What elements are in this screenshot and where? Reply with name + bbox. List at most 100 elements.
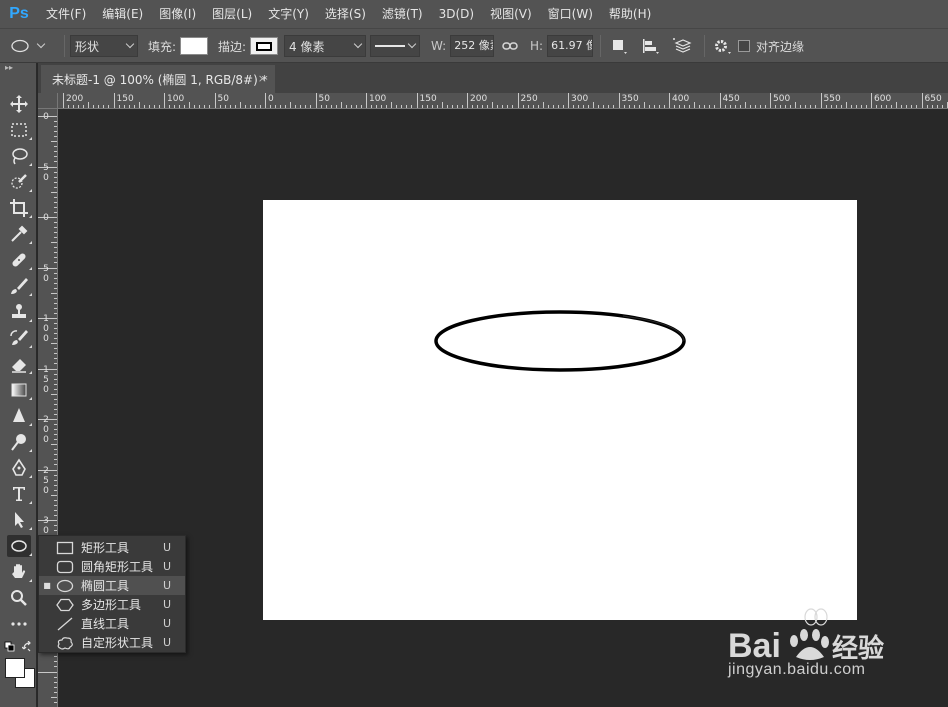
path-operations-button[interactable] bbox=[610, 35, 628, 57]
pen-tool[interactable] bbox=[7, 457, 32, 479]
menu-filter[interactable]: 滤镜(T) bbox=[374, 0, 431, 28]
ruler-tick bbox=[54, 429, 57, 431]
edit-toolbar-button[interactable] bbox=[7, 613, 31, 635]
stroke-swatch[interactable] bbox=[250, 37, 279, 55]
width-input[interactable]: 252 像素 bbox=[450, 35, 495, 57]
marquee-tool[interactable] bbox=[7, 119, 32, 141]
menu-help[interactable]: 帮助(H) bbox=[601, 0, 659, 28]
document-tab[interactable]: 未标题-1 @ 100% (椭圆 1, RGB/8#) * × bbox=[41, 65, 275, 93]
align-edges-checkbox[interactable] bbox=[738, 40, 750, 52]
foreground-color-swatch[interactable] bbox=[5, 658, 25, 678]
ruler-tick bbox=[911, 105, 913, 108]
eraser-tool[interactable] bbox=[7, 353, 32, 375]
ruler-tick bbox=[426, 105, 428, 108]
ruler-tick bbox=[699, 105, 701, 108]
panel-collapse-icon[interactable]: ▸▸ bbox=[0, 63, 37, 73]
healing-brush-tool[interactable] bbox=[7, 249, 32, 271]
menu-edit[interactable]: 编辑(E) bbox=[94, 0, 151, 28]
ruler-tick bbox=[54, 196, 57, 198]
ruler-tick bbox=[103, 105, 105, 108]
ruler-tick bbox=[63, 93, 64, 108]
svg-text:Bai: Bai bbox=[728, 627, 781, 665]
stroke-width-select[interactable]: 4 像素 bbox=[284, 35, 366, 57]
ruler-tick bbox=[603, 105, 605, 108]
flyout-item-line[interactable]: 直线工具 U bbox=[39, 614, 185, 633]
height-label: H: bbox=[530, 39, 544, 53]
ruler-tick bbox=[118, 105, 120, 108]
ruler-tick bbox=[573, 105, 575, 108]
stroke-type-select[interactable] bbox=[370, 35, 420, 57]
path-arrangement-button[interactable] bbox=[672, 35, 694, 57]
ruler-tick bbox=[916, 105, 918, 108]
menu-window[interactable]: 窗口(W) bbox=[540, 0, 601, 28]
menu-view[interactable]: 视图(V) bbox=[482, 0, 540, 28]
ruler-tick bbox=[724, 105, 726, 108]
ruler-tick bbox=[54, 676, 57, 678]
move-tool[interactable] bbox=[7, 93, 31, 115]
menu-image[interactable]: 图像(I) bbox=[151, 0, 204, 28]
type-icon bbox=[13, 487, 25, 501]
flyout-item-rounded-rectangle[interactable]: 圆角矩形工具 U bbox=[39, 557, 185, 576]
menu-3d[interactable]: 3D(D) bbox=[431, 0, 482, 28]
ruler-tick bbox=[401, 105, 403, 108]
flyout-item-polygon[interactable]: 多边形工具 U bbox=[39, 595, 185, 614]
type-tool[interactable] bbox=[7, 483, 32, 505]
ruler-tick bbox=[522, 105, 524, 108]
hand-tool[interactable] bbox=[7, 561, 32, 583]
blur-tool[interactable] bbox=[7, 405, 32, 427]
flyout-item-rectangle[interactable]: 矩形工具 U bbox=[39, 538, 185, 557]
ruler-tick bbox=[54, 297, 57, 299]
fill-swatch[interactable] bbox=[180, 37, 209, 55]
swap-colors-icon[interactable] bbox=[22, 641, 34, 653]
ruler-tick bbox=[416, 93, 418, 108]
link-icon[interactable] bbox=[502, 35, 518, 57]
tools-panel: ▸▸ bbox=[0, 63, 37, 707]
options-bar: 形状 填充: 描边: 4 像素 W: 252 像素 H: 61.97 像 bbox=[0, 28, 948, 63]
menu-select[interactable]: 选择(S) bbox=[317, 0, 374, 28]
ruler-tick bbox=[54, 171, 57, 173]
chevron-down-icon bbox=[36, 39, 46, 49]
ruler-tick bbox=[54, 686, 57, 688]
polygon-icon bbox=[56, 598, 74, 611]
dodge-tool[interactable] bbox=[7, 431, 32, 453]
ruler-tick bbox=[835, 105, 837, 108]
path-alignment-button[interactable] bbox=[640, 35, 660, 57]
tool-mode-select[interactable]: 形状 bbox=[70, 35, 138, 57]
lasso-tool[interactable] bbox=[7, 145, 32, 167]
default-colors-icon[interactable] bbox=[4, 641, 16, 653]
ruler-tick bbox=[436, 105, 438, 108]
ruler-tick bbox=[517, 93, 519, 108]
gear-icon[interactable] bbox=[712, 35, 732, 57]
ruler-tick bbox=[350, 105, 352, 108]
menu-file[interactable]: 文件(F) bbox=[38, 0, 94, 28]
ruler-tick bbox=[113, 93, 115, 108]
height-input[interactable]: 61.97 像 bbox=[547, 35, 594, 57]
shape-tool[interactable] bbox=[7, 535, 32, 557]
ruler-tick bbox=[68, 105, 70, 108]
history-brush-tool[interactable] bbox=[7, 327, 32, 349]
eyedropper-icon bbox=[11, 225, 28, 242]
eyedropper-tool[interactable] bbox=[7, 223, 32, 245]
selected-bullet-icon: ■ bbox=[43, 581, 51, 590]
gradient-tool[interactable] bbox=[7, 379, 32, 401]
flyout-item-ellipse[interactable]: ■ 椭圆工具 U bbox=[39, 576, 185, 595]
path-selection-tool[interactable] bbox=[7, 509, 32, 531]
menu-layer[interactable]: 图层(L) bbox=[204, 0, 260, 28]
zoom-tool[interactable] bbox=[7, 587, 31, 609]
ruler-label: 200 bbox=[470, 94, 488, 104]
menu-type[interactable]: 文字(Y) bbox=[260, 0, 317, 28]
document-tab-strip: 未标题-1 @ 100% (椭圆 1, RGB/8#) * × bbox=[38, 63, 948, 93]
ruler-tick bbox=[51, 696, 57, 698]
document-canvas[interactable] bbox=[263, 200, 857, 620]
ruler-tick bbox=[78, 105, 80, 108]
crop-tool[interactable] bbox=[7, 197, 32, 219]
brush-tool[interactable] bbox=[7, 275, 32, 297]
clone-stamp-tool[interactable] bbox=[7, 301, 32, 323]
flyout-item-custom-shape[interactable]: 自定形状工具 U bbox=[39, 633, 185, 652]
tool-preset-picker[interactable] bbox=[10, 35, 60, 57]
divider bbox=[704, 35, 705, 57]
ruler-tick bbox=[51, 343, 57, 345]
close-icon[interactable]: × bbox=[258, 72, 267, 85]
quick-selection-tool[interactable] bbox=[7, 171, 32, 193]
ruler-tick bbox=[775, 105, 777, 108]
